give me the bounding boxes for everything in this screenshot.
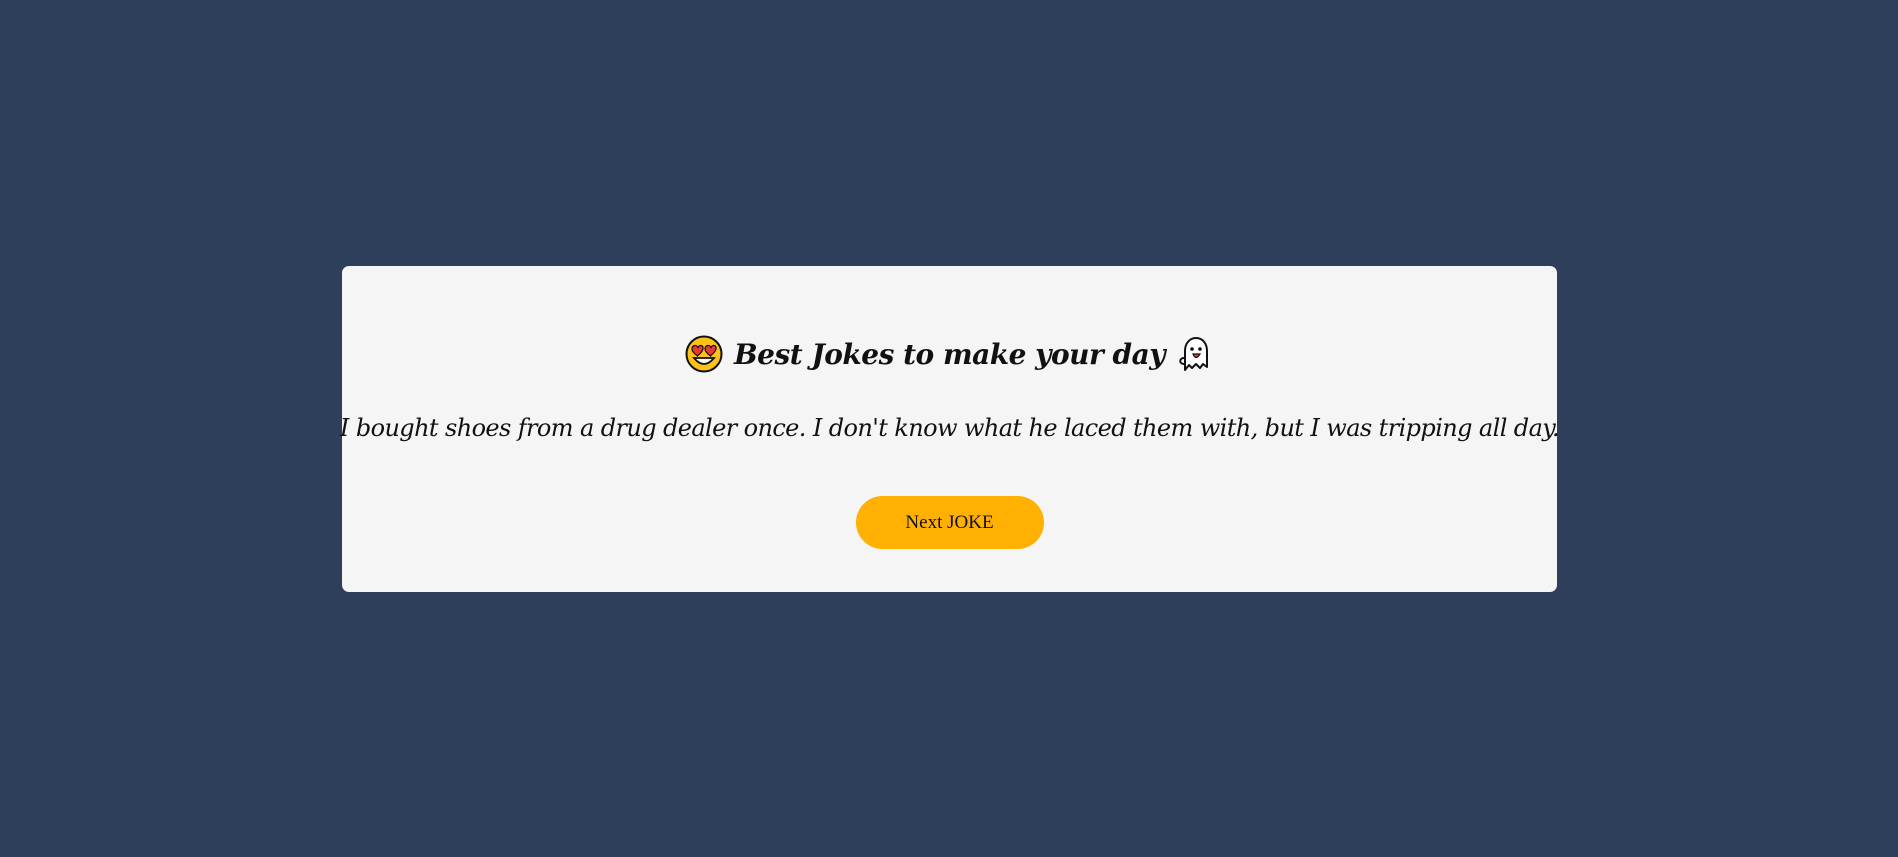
ghost-icon xyxy=(1175,334,1215,374)
next-joke-button[interactable]: Next JOKE xyxy=(855,496,1044,549)
title-text: Best Jokes to make your day xyxy=(734,337,1165,371)
page-title: Best Jokes to make your day xyxy=(684,332,1215,376)
joke-text: I bought shoes from a drug dealer once. … xyxy=(339,414,1560,442)
heart-eyes-smiley-icon xyxy=(684,334,724,374)
joke-card: Best Jokes to make your day I bought sho… xyxy=(339,266,1560,592)
